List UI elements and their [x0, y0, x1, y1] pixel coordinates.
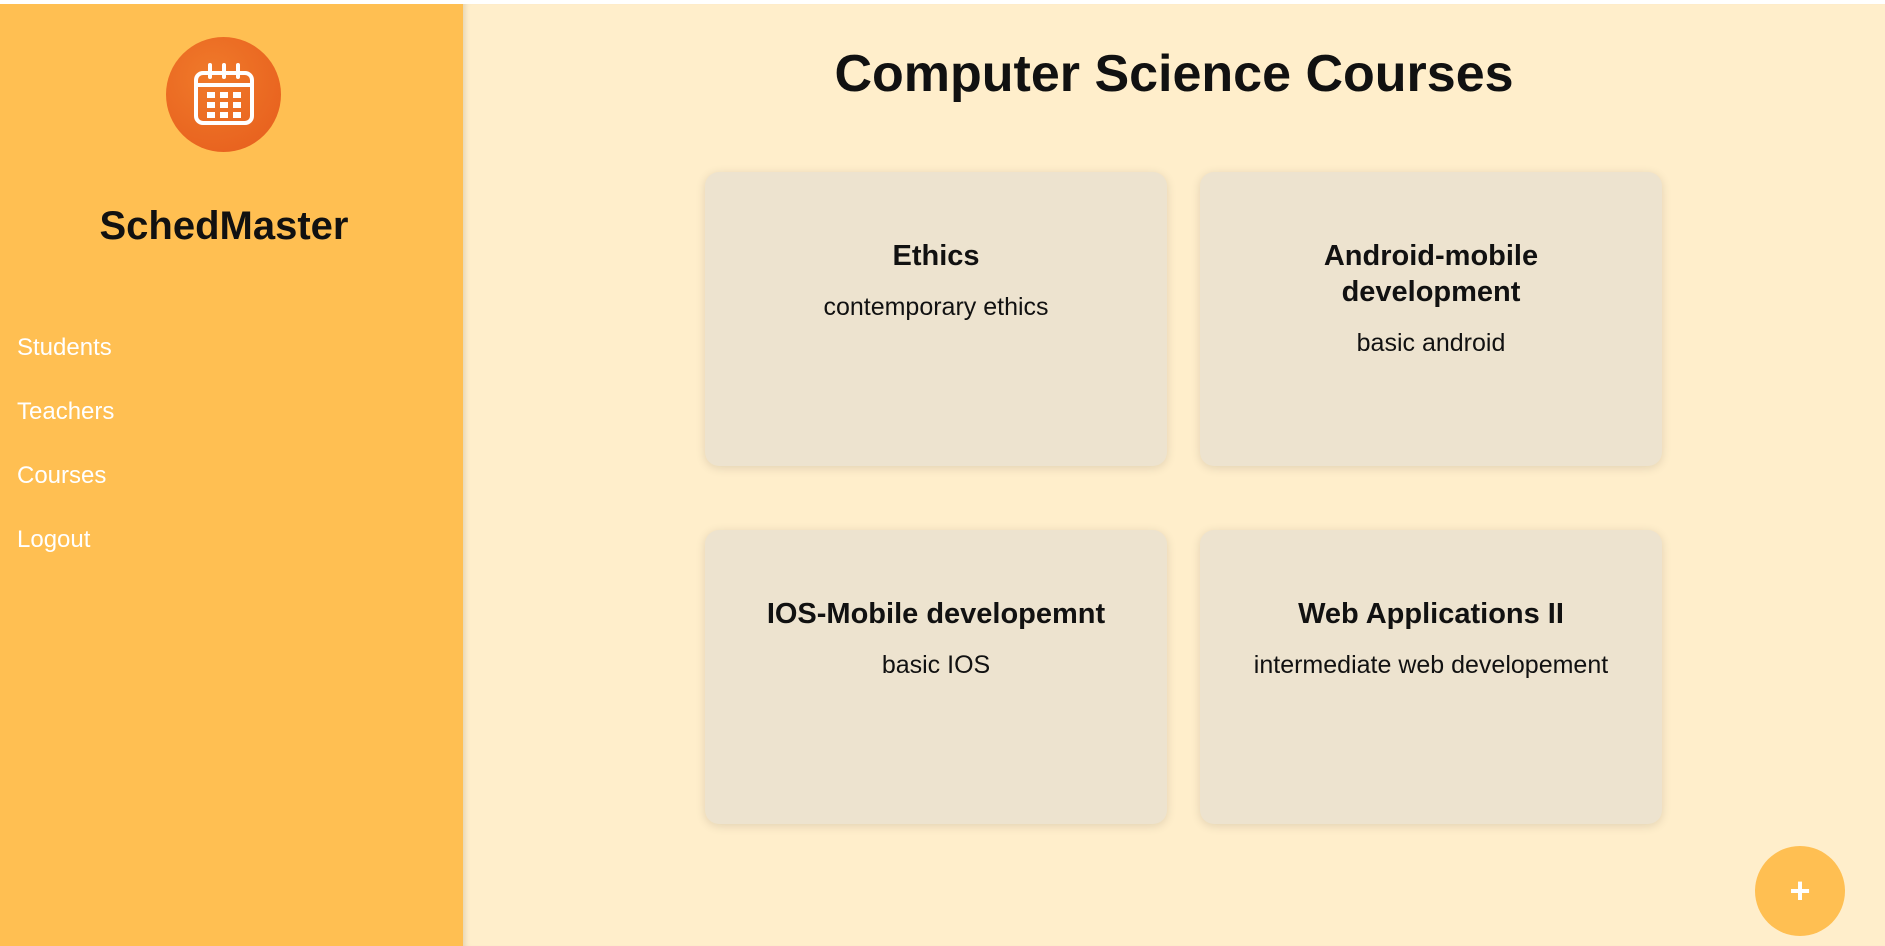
course-title: Web Applications II — [1298, 598, 1564, 630]
calendar-icon — [193, 62, 254, 125]
course-grid: Ethics contemporary ethics Android-mobil… — [705, 172, 1662, 824]
app-root: SchedMaster Students Teachers Courses Lo… — [0, 4, 1885, 946]
course-title: IOS-Mobile developemnt — [766, 598, 1106, 630]
course-description: intermediate web developement — [1253, 651, 1609, 679]
add-course-button[interactable]: + — [1755, 846, 1845, 936]
course-description: basic IOS — [881, 651, 991, 679]
nav-item-teachers[interactable]: Teachers — [17, 394, 114, 458]
course-description: basic android — [1356, 329, 1506, 357]
sidebar-nav: Students Teachers Courses Logout — [17, 330, 114, 586]
course-description: contemporary ethics — [823, 293, 1049, 321]
logo — [166, 37, 281, 152]
main-content: Computer Science Courses Ethics contempo… — [463, 4, 1885, 946]
nav-item-students[interactable]: Students — [17, 330, 114, 394]
course-card-web-applications[interactable]: Web Applications II intermediate web dev… — [1200, 530, 1662, 824]
nav-item-logout[interactable]: Logout — [17, 522, 114, 586]
page-title: Computer Science Courses — [834, 45, 1514, 103]
course-card-android[interactable]: Android-mobile development basic android — [1200, 172, 1662, 466]
course-card-ios[interactable]: IOS-Mobile developemnt basic IOS — [705, 530, 1167, 824]
course-title: Android-mobile development — [1323, 240, 1539, 308]
course-title: Ethics — [892, 240, 980, 272]
brand-name: SchedMaster — [99, 204, 349, 248]
nav-item-courses[interactable]: Courses — [17, 458, 114, 522]
sidebar: SchedMaster Students Teachers Courses Lo… — [0, 4, 463, 946]
course-card-ethics[interactable]: Ethics contemporary ethics — [705, 172, 1167, 466]
